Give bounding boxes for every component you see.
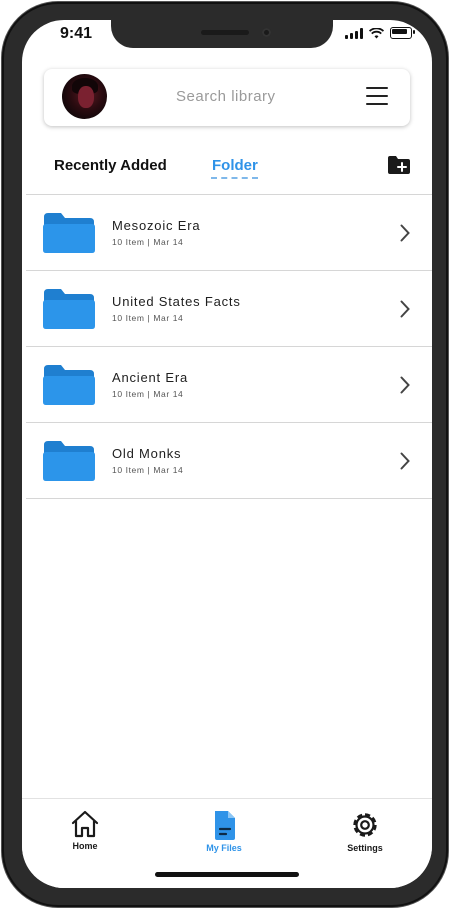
folder-date: Mar 14: [153, 313, 184, 323]
nav-my-files-label: My Files: [206, 843, 242, 853]
folder-name: Ancient Era: [112, 370, 189, 385]
speaker: [201, 30, 249, 35]
chevron-right-icon[interactable]: [400, 376, 410, 394]
folder-icon: [43, 213, 95, 253]
folder-meta: 10 Item | Mar 14: [112, 237, 183, 247]
list-item[interactable]: United States Facts 10 Item | Mar 14: [26, 271, 432, 347]
item-count: 10 Item: [112, 465, 145, 475]
folder-date: Mar 14: [153, 465, 184, 475]
folder-icon: [43, 441, 95, 481]
folder-meta: 10 Item | Mar 14: [112, 313, 183, 323]
search-input[interactable]: Search library: [176, 88, 276, 105]
menu-icon[interactable]: [366, 87, 388, 105]
folder-meta: 10 Item | Mar 14: [112, 389, 183, 399]
list-item[interactable]: Ancient Era 10 Item | Mar 14: [26, 347, 432, 423]
gear-icon: [353, 813, 377, 837]
meta-separator: |: [147, 465, 151, 475]
item-count: 10 Item: [112, 389, 145, 399]
nav-home[interactable]: Home: [45, 809, 125, 851]
nav-settings[interactable]: Settings: [325, 809, 405, 853]
active-tab-indicator: [211, 175, 258, 179]
add-folder-icon[interactable]: [387, 155, 411, 175]
notch: [111, 20, 333, 48]
item-count: 10 Item: [112, 237, 145, 247]
home-icon: [71, 810, 99, 838]
item-count: 10 Item: [112, 313, 145, 323]
list-item[interactable]: Old Monks 10 Item | Mar 14: [26, 423, 432, 499]
home-indicator[interactable]: [155, 872, 299, 877]
camera: [262, 28, 271, 37]
phone-frame: 9:41 Search library Recently Added Folde…: [2, 2, 448, 907]
folder-icon: [43, 289, 95, 329]
folder-date: Mar 14: [153, 389, 184, 399]
chevron-right-icon[interactable]: [400, 452, 410, 470]
folder-name: Mesozoic Era: [112, 218, 201, 233]
folder-meta: 10 Item | Mar 14: [112, 465, 183, 475]
list-item[interactable]: Mesozoic Era 10 Item | Mar 14: [26, 195, 432, 271]
search-bar[interactable]: Search library: [44, 69, 410, 126]
folder-icon: [43, 365, 95, 405]
meta-separator: |: [147, 313, 151, 323]
screen: 9:41 Search library Recently Added Folde…: [22, 20, 432, 888]
tab-recently-added[interactable]: Recently Added: [54, 157, 167, 174]
battery-icon: [390, 27, 415, 39]
tab-folder[interactable]: Folder: [212, 157, 258, 174]
status-time: 9:41: [60, 25, 93, 42]
nav-settings-label: Settings: [347, 843, 383, 853]
wifi-icon: [369, 27, 384, 38]
folder-name: United States Facts: [112, 294, 241, 309]
nav-home-label: Home: [72, 841, 98, 851]
file-icon: [215, 811, 235, 840]
folder-date: Mar 14: [153, 237, 184, 247]
nav-my-files[interactable]: My Files: [184, 809, 264, 853]
avatar[interactable]: [62, 74, 107, 119]
folder-list: Mesozoic Era 10 Item | Mar 14 United Sta…: [26, 195, 432, 499]
meta-separator: |: [147, 389, 151, 399]
status-icons: [345, 27, 415, 39]
signal-icon: [345, 27, 363, 39]
chevron-right-icon[interactable]: [400, 300, 410, 318]
chevron-right-icon[interactable]: [400, 224, 410, 242]
meta-separator: |: [147, 237, 151, 247]
folder-name: Old Monks: [112, 446, 182, 461]
